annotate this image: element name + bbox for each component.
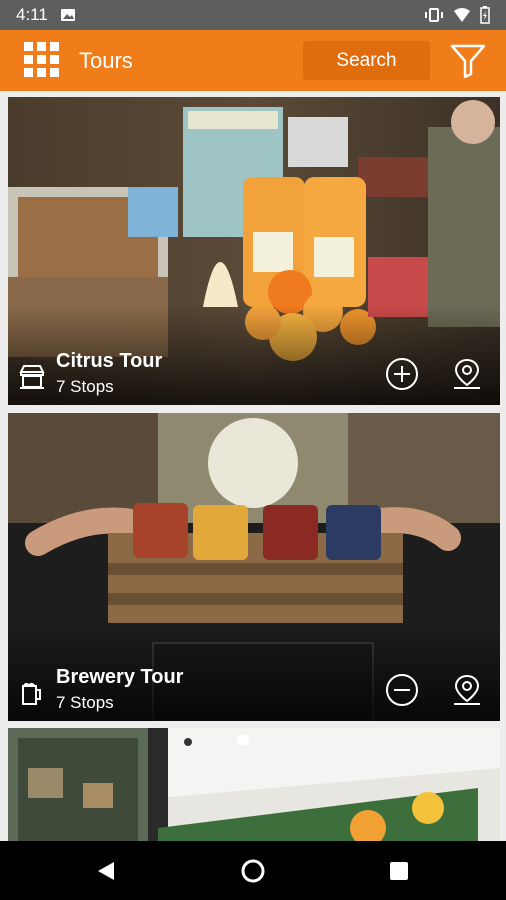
- page-title: Tours: [79, 48, 133, 73]
- apps-grid-icon[interactable]: [24, 42, 60, 78]
- status-time: 4:11: [16, 5, 48, 24]
- tour-title: Citrus Tour: [56, 350, 163, 372]
- remove-tour-icon[interactable]: [385, 673, 419, 707]
- tour-title: Brewery Tour: [56, 666, 184, 688]
- filter-icon[interactable]: [450, 44, 486, 78]
- map-pin-icon[interactable]: [450, 357, 484, 391]
- home-icon[interactable]: [240, 858, 266, 884]
- recent-apps-icon[interactable]: [389, 861, 409, 881]
- system-nav-bar: [0, 841, 506, 900]
- battery-icon: [480, 6, 490, 24]
- status-bar: 4:11: [0, 0, 506, 30]
- back-icon[interactable]: [94, 859, 118, 883]
- beer-mug-icon: [22, 682, 41, 705]
- tour-photo-gallery: [8, 728, 500, 841]
- tour-card[interactable]: Brewery Tour 7 Stops: [8, 413, 500, 721]
- image-notification-icon: [60, 9, 75, 21]
- tour-stops: 7 Stops: [56, 693, 114, 712]
- storefront-icon: [19, 365, 45, 389]
- vibrate-icon: [425, 8, 443, 22]
- map-pin-icon[interactable]: [450, 673, 484, 707]
- tour-card[interactable]: Citrus Tour 7 Stops: [8, 97, 500, 405]
- wifi-icon: [454, 8, 470, 22]
- tour-stops: 7 Stops: [56, 377, 114, 396]
- tour-card[interactable]: [8, 728, 500, 841]
- search-button[interactable]: Search: [303, 41, 430, 80]
- app-bar: Tours Search: [0, 30, 506, 91]
- add-tour-icon[interactable]: [385, 357, 419, 391]
